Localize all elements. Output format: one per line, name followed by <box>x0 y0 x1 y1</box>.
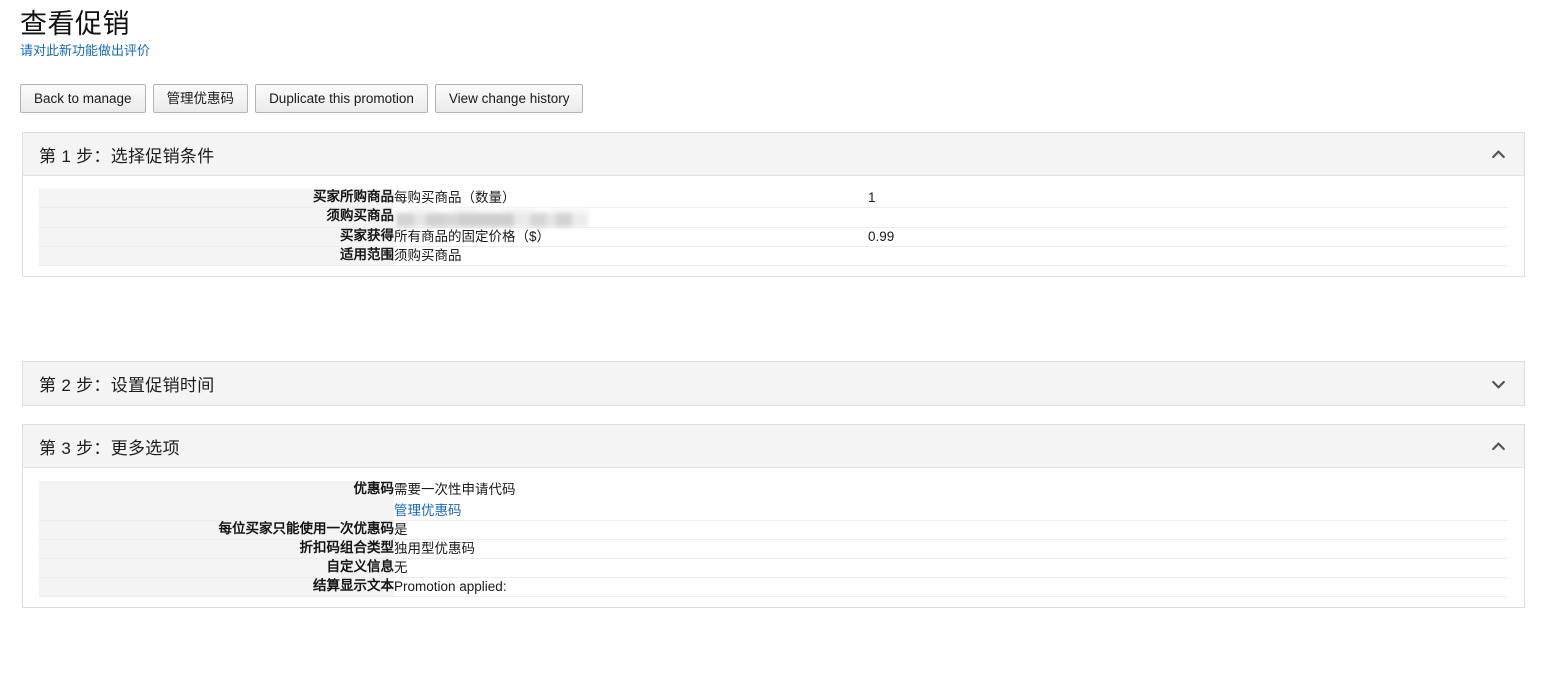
row-number: 0.99 <box>868 227 1508 247</box>
row-value: 须购买商品 <box>394 246 868 266</box>
row-label: 优惠码 <box>39 481 394 521</box>
section-step-2-title: 第 2 步：设置促销时间 <box>39 376 215 395</box>
table-row: 须购买商品 <box>39 207 1508 229</box>
table-row: 买家所购商品 每购买商品（数量） 1 <box>39 189 1508 208</box>
row-label: 自定义信息 <box>39 558 394 578</box>
table-row: 适用范围 须购买商品 <box>39 246 1508 266</box>
row-value: 是 <box>394 520 868 540</box>
step-1-detail-table: 买家所购商品 每购买商品（数量） 1 须购买商品 买家获得 所有商品的固定价格（ <box>39 189 1508 266</box>
row-number <box>868 539 1508 559</box>
page-root: 查看促销 请对此新功能做出评价 Back to manage 管理优惠码 Dup… <box>0 0 1545 675</box>
row-label: 结算显示文本 <box>39 577 394 597</box>
row-label: 每位买家只能使用一次优惠码 <box>39 520 394 540</box>
view-change-history-button[interactable]: View change history <box>434 84 584 113</box>
row-value: Promotion applied: <box>394 577 868 597</box>
section-step-2-header[interactable]: 第 2 步：设置促销时间 <box>23 362 1524 405</box>
feedback-link[interactable]: 请对此新功能做出评价 <box>20 43 150 59</box>
row-label: 买家所购商品 <box>39 189 394 208</box>
chevron-down-icon[interactable] <box>1491 377 1506 392</box>
row-label: 须购买商品 <box>39 207 394 228</box>
row-value-redacted <box>394 207 868 229</box>
row-number <box>868 207 1508 228</box>
section-step-3-header[interactable]: 第 3 步：更多选项 <box>23 425 1524 468</box>
section-step-1: 第 1 步：选择促销条件 买家所购商品 每购买商品（数量） 1 须购买商品 买家… <box>22 132 1525 277</box>
section-step-3-title: 第 3 步：更多选项 <box>39 438 180 458</box>
table-row: 每位买家只能使用一次优惠码 是 <box>39 520 1508 540</box>
section-step-3: 第 3 步：更多选项 优惠码 需要一次性申请代码 管理优惠码 每位买家只能使用一… <box>22 424 1525 608</box>
row-label: 折扣码组合类型 <box>39 539 394 559</box>
section-step-1-title: 第 1 步：选择促销条件 <box>39 146 215 166</box>
row-label: 适用范围 <box>39 246 394 266</box>
table-row: 优惠码 需要一次性申请代码 管理优惠码 <box>39 481 1508 521</box>
row-number <box>868 481 1508 521</box>
table-row: 自定义信息 无 <box>39 558 1508 578</box>
chevron-up-icon[interactable] <box>1491 439 1506 454</box>
redacted-content <box>394 207 590 229</box>
row-label: 买家获得 <box>39 227 394 247</box>
row-value: 独用型优惠码 <box>394 539 868 559</box>
row-number: 1 <box>868 189 1508 208</box>
row-number <box>868 558 1508 578</box>
manage-coupon-codes-link[interactable]: 管理优惠码 <box>394 502 462 520</box>
row-number <box>868 577 1508 597</box>
row-number <box>868 246 1508 266</box>
page-title: 查看促销 <box>20 9 130 39</box>
table-row: 结算显示文本 Promotion applied: <box>39 577 1508 597</box>
row-value-text: 需要一次性申请代码 <box>394 482 516 497</box>
chevron-up-icon[interactable] <box>1491 147 1506 162</box>
section-step-1-body: 买家所购商品 每购买商品（数量） 1 须购买商品 买家获得 所有商品的固定价格（ <box>23 176 1524 276</box>
section-step-1-header[interactable]: 第 1 步：选择促销条件 <box>23 133 1524 176</box>
table-row: 折扣码组合类型 独用型优惠码 <box>39 539 1508 559</box>
step-3-detail-table: 优惠码 需要一次性申请代码 管理优惠码 每位买家只能使用一次优惠码 是 折扣码组… <box>39 481 1508 597</box>
back-to-manage-button[interactable]: Back to manage <box>20 84 146 113</box>
row-value: 无 <box>394 558 868 578</box>
row-value: 所有商品的固定价格（$） <box>394 227 868 247</box>
duplicate-promotion-button[interactable]: Duplicate this promotion <box>255 84 428 113</box>
manage-coupon-codes-button[interactable]: 管理优惠码 <box>152 84 249 113</box>
row-value: 需要一次性申请代码 管理优惠码 <box>394 481 868 521</box>
row-value: 每购买商品（数量） <box>394 189 868 208</box>
toolbar: Back to manage 管理优惠码 Duplicate this prom… <box>20 84 584 113</box>
row-number <box>868 520 1508 540</box>
table-row: 买家获得 所有商品的固定价格（$） 0.99 <box>39 227 1508 247</box>
section-step-3-body: 优惠码 需要一次性申请代码 管理优惠码 每位买家只能使用一次优惠码 是 折扣码组… <box>23 468 1524 607</box>
section-step-2: 第 2 步：设置促销时间 <box>22 361 1525 406</box>
